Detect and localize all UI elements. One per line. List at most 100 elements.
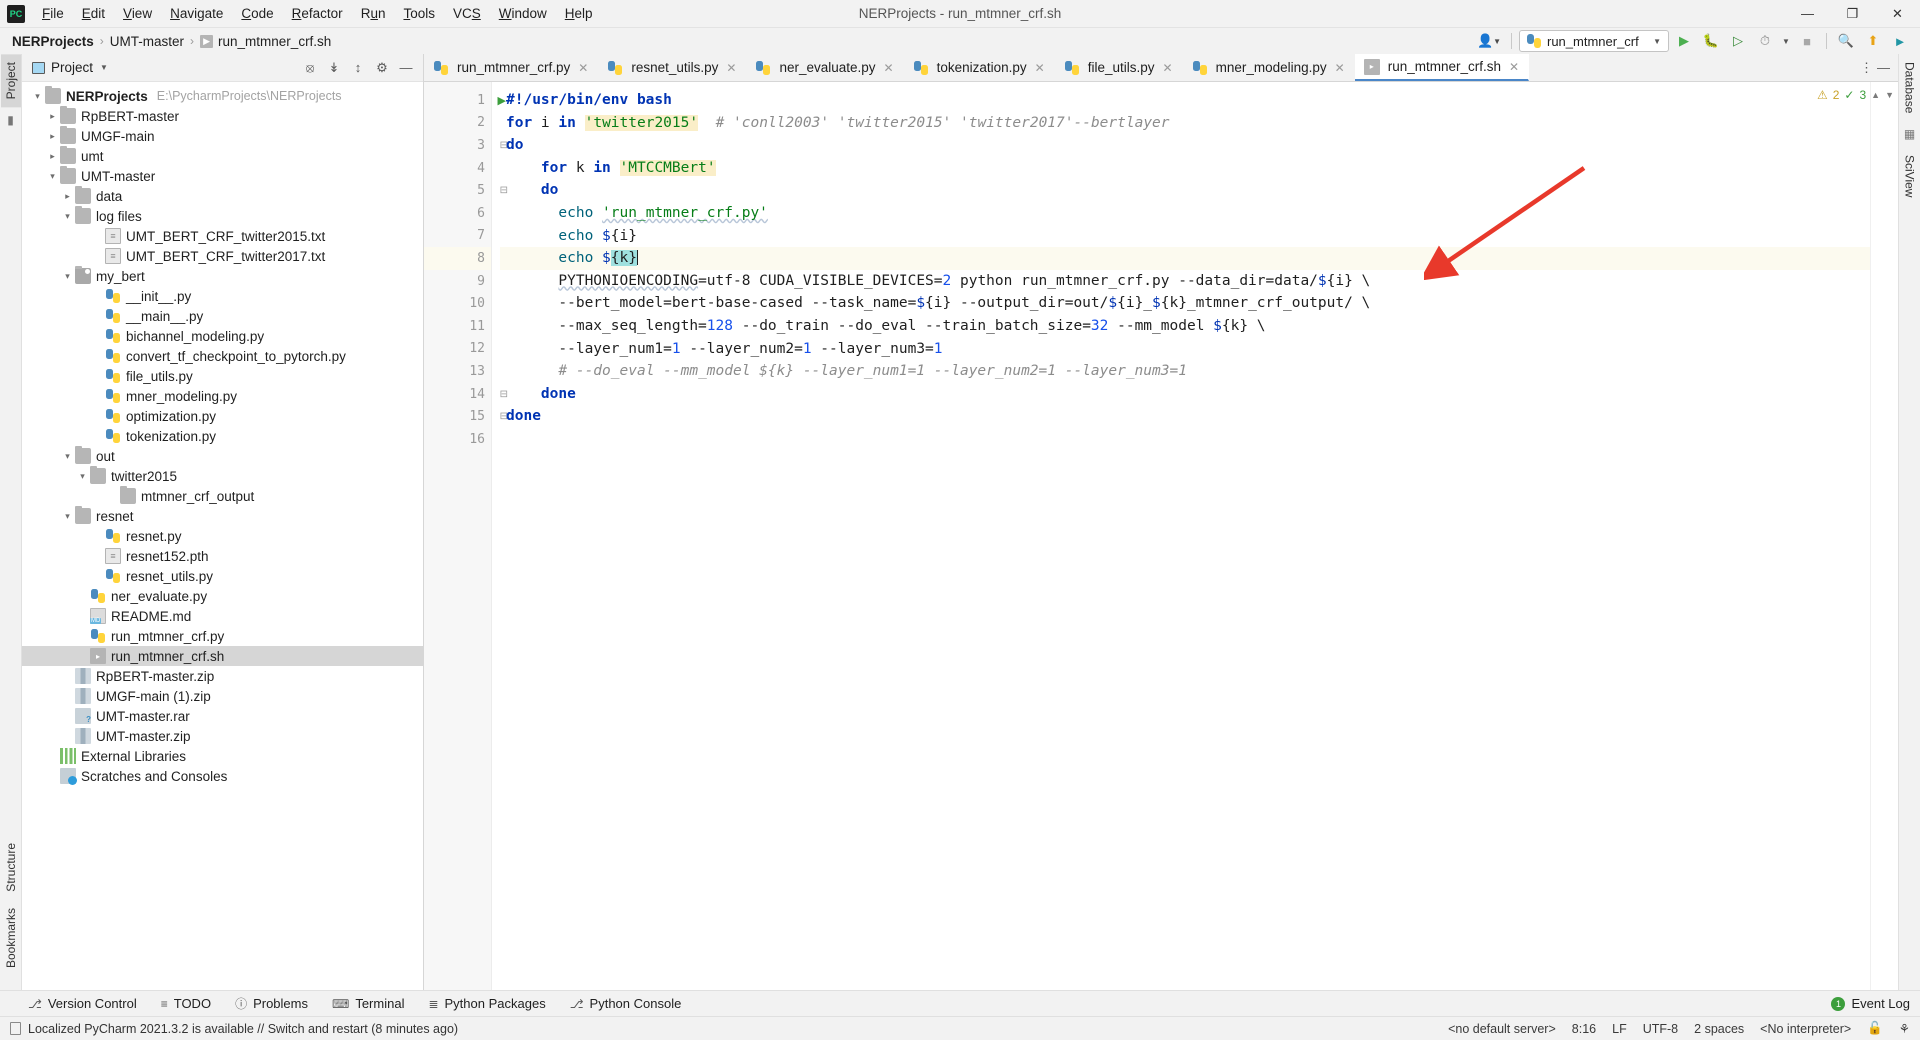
code-line[interactable]: --bert_model=bert-base-cased --task_name… <box>500 292 1870 315</box>
tree-item[interactable]: RpBERT-master.zip <box>22 666 423 686</box>
code-line[interactable]: --max_seq_length=128 --do_train --do_eva… <box>500 315 1870 338</box>
debug-icon[interactable]: 🐛 <box>1699 30 1723 52</box>
code-line[interactable]: PYTHONIOENCODING=utf-8 CUDA_VISIBLE_DEVI… <box>500 270 1870 293</box>
menu-bar[interactable]: File Edit View Navigate Code Refactor Ru… <box>33 3 602 24</box>
menu-vcs[interactable]: VCS <box>444 3 490 24</box>
code-line[interactable]: echo ${k} <box>500 247 1870 270</box>
tool-window-button[interactable]: ⎇ Python Console <box>558 993 694 1014</box>
tree-item[interactable]: ▸ RpBERT-master <box>22 106 423 126</box>
status-interpreter[interactable]: <No interpreter> <box>1760 1022 1851 1036</box>
editor-tab[interactable]: run_mtmner_crf.sh ✕ <box>1354 54 1530 81</box>
rail-tab-database[interactable]: Database <box>1900 54 1920 121</box>
code-line[interactable]: echo ${i} <box>500 225 1870 248</box>
gutter-line[interactable]: 7 <box>424 225 491 248</box>
tree-item[interactable]: UMT_BERT_CRF_twitter2015.txt <box>22 226 423 246</box>
breadcrumb-project[interactable]: NERProjects <box>12 34 94 49</box>
hide-icon[interactable]: — <box>1877 60 1890 75</box>
code-content[interactable]: #!/usr/bin/env bash for i in 'twitter2015… <box>492 82 1870 990</box>
close-icon[interactable]: ✕ <box>1509 60 1519 74</box>
editor-tab-bar[interactable]: run_mtmner_crf.py ✕ resnet_utils.py ✕ ner_ev… <box>424 54 1898 82</box>
tree-item[interactable]: optimization.py <box>22 406 423 426</box>
code-line[interactable]: # --do_eval --mm_model ${k} --layer_num1… <box>500 360 1870 383</box>
chevron-down-icon[interactable]: ▾ <box>75 471 90 482</box>
tool-window-button[interactable]: ≣ Python Packages <box>416 993 557 1014</box>
gutter-line[interactable]: 3 ⊟ <box>424 134 508 157</box>
unlocked-icon[interactable]: 🔓 <box>1867 1021 1883 1036</box>
tool-window-button[interactable]: ⓘ Problems <box>223 992 320 1015</box>
chevron-down-icon[interactable]: ▼ <box>1780 30 1792 52</box>
gutter-line[interactable]: 13 <box>424 360 491 383</box>
tool-window-button[interactable]: ⎇ Version Control <box>16 993 149 1014</box>
inspection-widget[interactable]: ⚠ 2 ✓ 3 ▲ ▼ <box>1817 88 1894 102</box>
menu-window[interactable]: Window <box>490 3 556 24</box>
gutter-line[interactable]: 5 ⊟ <box>424 179 508 202</box>
tree-item[interactable]: ▾ twitter2015 <box>22 466 423 486</box>
update-icon[interactable]: ⬆ <box>1861 30 1885 52</box>
menu-navigate[interactable]: Navigate <box>161 3 232 24</box>
chevron-down-icon[interactable]: ▼ <box>1885 90 1894 100</box>
breadcrumb-folder[interactable]: UMT-master <box>110 34 184 49</box>
rail-tab-project[interactable]: Project <box>0 54 21 108</box>
tree-item[interactable]: ▸ UMGF-main <box>22 126 423 146</box>
tree-item[interactable]: bichannel_modeling.py <box>22 326 423 346</box>
editor-tab[interactable]: file_utils.py ✕ <box>1055 54 1183 81</box>
tree-item[interactable]: UMT-master.rar <box>22 706 423 726</box>
tool-window-bar[interactable]: ⎇ Version Control ≡ TODO ⓘ Problems ⌨ Terminal ≣… <box>0 990 1920 1016</box>
status-caret-position[interactable]: 8:16 <box>1572 1022 1596 1036</box>
close-icon[interactable]: ✕ <box>1335 61 1345 75</box>
hide-icon[interactable]: — <box>395 57 417 79</box>
chevron-up-icon[interactable]: ▲ <box>1871 90 1880 100</box>
gutter-line[interactable]: 4 <box>424 157 491 180</box>
code-line[interactable]: --layer_num1=1 --layer_num2=1 --layer_nu… <box>500 338 1870 361</box>
status-message-area[interactable]: Localized PyCharm 2021.3.2 is available … <box>10 1022 458 1036</box>
code-line[interactable]: for k in 'MTCCMBert' <box>500 157 1870 180</box>
gutter-line[interactable]: 14 ⊟ <box>424 383 508 406</box>
code-line[interactable]: done <box>500 405 1870 428</box>
chevron-right-icon[interactable]: ▸ <box>45 131 60 142</box>
tree-item[interactable]: __init__.py <box>22 286 423 306</box>
close-icon[interactable]: ✕ <box>884 61 894 75</box>
gutter-line[interactable]: 12 <box>424 338 491 361</box>
gutter-line[interactable]: 10 <box>424 292 491 315</box>
tree-item[interactable]: resnet_utils.py <box>22 566 423 586</box>
rail-tab-bookmarks[interactable]: Bookmarks <box>1 900 21 976</box>
gutter-line[interactable]: 11 <box>424 315 491 338</box>
code-line[interactable] <box>500 428 1870 451</box>
code-line[interactable]: #!/usr/bin/env bash <box>500 89 1870 112</box>
chevron-down-icon[interactable]: ▾ <box>60 271 75 282</box>
run-configuration-selector[interactable]: run_mtmner_crf ▼ <box>1519 30 1669 52</box>
settings-icon[interactable]: ► <box>1888 30 1912 52</box>
stop-button[interactable]: ■ <box>1795 30 1819 52</box>
code-line[interactable]: do <box>500 179 1870 202</box>
gutter-line[interactable]: 9 <box>424 270 491 293</box>
chevron-down-icon[interactable]: ▾ <box>30 91 45 102</box>
minimize-button[interactable]: — <box>1785 0 1830 28</box>
tree-item[interactable]: convert_tf_checkpoint_to_pytorch.py <box>22 346 423 366</box>
tree-item[interactable]: file_utils.py <box>22 366 423 386</box>
status-indent[interactable]: 2 spaces <box>1694 1022 1744 1036</box>
more-tabs-icon[interactable]: ⋮ <box>1860 60 1873 76</box>
gutter-line[interactable]: 6 <box>424 202 491 225</box>
locate-icon[interactable]: ⦻ <box>299 57 321 79</box>
tree-item[interactable]: run_mtmner_crf.py <box>22 626 423 646</box>
menu-run[interactable]: Run <box>352 3 395 24</box>
run-button[interactable]: ▶ <box>1672 30 1696 52</box>
chevron-right-icon[interactable]: ▸ <box>60 191 75 202</box>
account-icon[interactable]: 👤 ▼ <box>1474 30 1504 52</box>
menu-tools[interactable]: Tools <box>394 3 444 24</box>
tree-item[interactable]: ▾ out <box>22 446 423 466</box>
menu-edit[interactable]: Edit <box>73 3 114 24</box>
tree-item[interactable]: run_mtmner_crf.sh <box>22 646 423 666</box>
tool-window-button[interactable]: ≡ TODO <box>149 993 223 1014</box>
tree-item[interactable]: mtmner_crf_output <box>22 486 423 506</box>
tool-window-button[interactable]: ⌨ Terminal <box>320 993 416 1014</box>
chevron-down-icon[interactable]: ▾ <box>60 511 75 522</box>
project-file-tree[interactable]: ▾ NERProjects E:\PycharmProjects\NERProjec… <box>22 82 423 990</box>
tree-item[interactable]: ▾ UMT-master <box>22 166 423 186</box>
rail-tab-sciview[interactable]: SciView <box>1900 147 1920 205</box>
editor-tab[interactable]: mner_modeling.py ✕ <box>1183 54 1355 81</box>
close-icon[interactable]: ✕ <box>578 61 588 75</box>
tree-item[interactable]: ▸ data <box>22 186 423 206</box>
chevron-down-icon[interactable]: ▾ <box>60 451 75 462</box>
tree-item[interactable]: README.md <box>22 606 423 626</box>
